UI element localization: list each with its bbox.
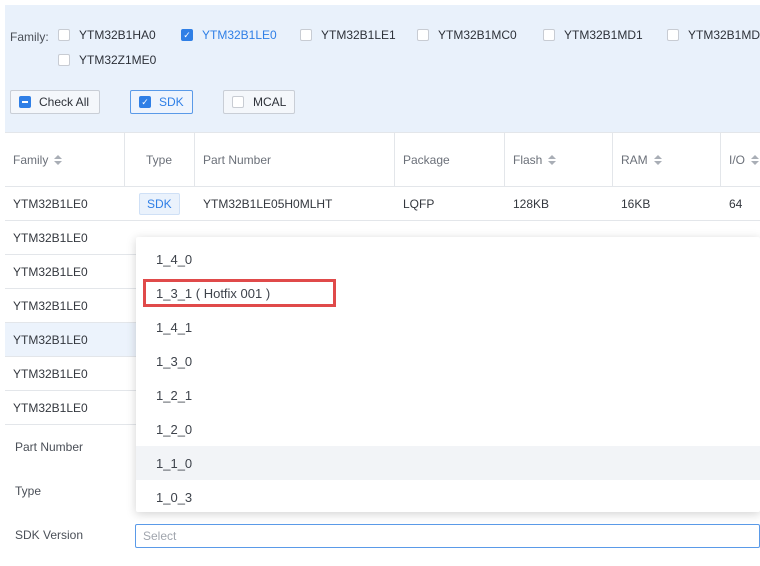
cell-flash: 128KB xyxy=(513,196,550,211)
sort-icon[interactable] xyxy=(54,155,63,165)
family-option-label: YTM32B1MD2 xyxy=(688,28,760,42)
dropdown-option[interactable]: 1_4_0 xyxy=(136,242,760,276)
column-header-label: RAM xyxy=(621,153,648,167)
family-option-ytm32b1ha0[interactable]: YTM32B1HA0 xyxy=(58,27,156,43)
check-all-label: Check All xyxy=(39,95,90,109)
dropdown-option[interactable]: 1_0_3 xyxy=(136,480,760,512)
type-tag: SDK xyxy=(139,192,180,215)
part-number-label: Part Number xyxy=(15,440,84,454)
cell-package: LQFP xyxy=(403,196,435,211)
table-header: Family Type Part Number Package Flash RA… xyxy=(5,132,760,187)
filter-panel: Family: YTM32B1HA0 ✓ YTM32B1LE0 YTM32B1L… xyxy=(5,5,760,132)
checkbox-icon[interactable] xyxy=(667,29,679,41)
cell-family: YTM32B1LE0 xyxy=(13,332,88,347)
sdk-version-dropdown: 1_4_0 1_3_1 ( Hotfix 001 ) 1_4_1 1_3_0 1… xyxy=(136,237,760,512)
sort-icon[interactable] xyxy=(751,155,760,165)
column-header-label: Type xyxy=(146,153,173,167)
cell-family: YTM32B1LE0 xyxy=(13,196,88,211)
column-header-ram[interactable]: RAM xyxy=(613,133,721,187)
column-header-label: Flash xyxy=(513,153,543,167)
cell-family: YTM32B1LE0 xyxy=(13,230,88,245)
cell-family: YTM32B1LE0 xyxy=(13,400,88,415)
cell-family: YTM32B1LE0 xyxy=(13,298,88,313)
column-header-type: Type xyxy=(125,133,195,187)
sort-icon[interactable] xyxy=(548,155,557,165)
family-option-label: YTM32B1LE1 xyxy=(321,28,396,42)
family-option-ytm32b1le0[interactable]: ✓ YTM32B1LE0 xyxy=(181,27,277,43)
checkbox-checked-icon[interactable]: ✓ xyxy=(181,29,193,41)
checkbox-icon xyxy=(232,96,244,108)
family-label: Family: xyxy=(10,30,49,44)
checkbox-icon[interactable] xyxy=(58,29,70,41)
family-option-label: YTM32B1LE0 xyxy=(202,28,277,42)
checkbox-icon[interactable] xyxy=(417,29,429,41)
column-header-label: Package xyxy=(403,153,450,167)
column-header-family[interactable]: Family xyxy=(5,133,125,187)
column-header-label: Family xyxy=(13,153,49,167)
sort-icon[interactable] xyxy=(653,155,662,165)
sdk-version-input[interactable] xyxy=(143,529,759,543)
checkbox-checked-icon: ✓ xyxy=(139,96,151,108)
family-option-label: YTM32B1HA0 xyxy=(79,28,156,42)
family-option-label: YTM32Z1ME0 xyxy=(79,53,157,67)
checkbox-icon[interactable] xyxy=(58,54,70,66)
type-label: Type xyxy=(15,484,42,498)
family-option-ytm32b1mc0[interactable]: YTM32B1MC0 xyxy=(417,27,517,43)
family-option-ytm32b1le1[interactable]: YTM32B1LE1 xyxy=(300,27,396,43)
table-row[interactable]: YTM32B1LE0 SDK YTM32B1LE05H0MLHT LQFP 12… xyxy=(5,187,760,221)
family-option-label: YTM32B1MD1 xyxy=(564,28,643,42)
dropdown-option[interactable]: 1_2_0 xyxy=(136,412,760,446)
column-header-flash[interactable]: Flash xyxy=(505,133,613,187)
sdk-version-select[interactable] xyxy=(135,524,760,548)
family-option-ytm32z1me0[interactable]: YTM32Z1ME0 xyxy=(58,52,156,68)
sdk-toggle-button[interactable]: ✓ SDK xyxy=(130,90,193,114)
dropdown-option[interactable]: 1_3_0 xyxy=(136,344,760,378)
checkbox-icon[interactable] xyxy=(543,29,555,41)
family-option-ytm32b1md2[interactable]: YTM32B1MD2 xyxy=(667,27,760,43)
sdk-toggle-label: SDK xyxy=(159,95,184,109)
dropdown-option[interactable]: 1_2_1 xyxy=(136,378,760,412)
dropdown-option[interactable]: 1_3_1 ( Hotfix 001 ) xyxy=(136,276,760,310)
column-header-label: I/O xyxy=(729,153,746,167)
column-header-package: Package xyxy=(395,133,505,187)
column-header-io[interactable]: I/O xyxy=(721,133,760,187)
column-header-part-number: Part Number xyxy=(195,133,395,187)
mcal-toggle-label: MCAL xyxy=(253,95,287,109)
mcal-toggle-button[interactable]: MCAL xyxy=(223,90,295,114)
cell-ram: 16KB xyxy=(621,196,651,211)
cell-family: YTM32B1LE0 xyxy=(13,366,88,381)
dropdown-option[interactable]: 1_4_1 xyxy=(136,310,760,344)
cell-family: YTM32B1LE0 xyxy=(13,264,88,279)
family-option-ytm32b1md1[interactable]: YTM32B1MD1 xyxy=(543,27,643,43)
checkbox-icon[interactable] xyxy=(300,29,312,41)
check-all-button[interactable]: Check All xyxy=(10,90,100,114)
cell-io: 64 xyxy=(729,196,743,211)
sdk-version-label: SDK Version xyxy=(15,528,84,542)
family-option-label: YTM32B1MC0 xyxy=(438,28,517,42)
dropdown-option[interactable]: 1_1_0 xyxy=(136,446,760,480)
indeterminate-checkbox-icon xyxy=(19,96,31,108)
cell-part-number: YTM32B1LE05H0MLHT xyxy=(203,196,333,211)
column-header-label: Part Number xyxy=(203,153,272,167)
